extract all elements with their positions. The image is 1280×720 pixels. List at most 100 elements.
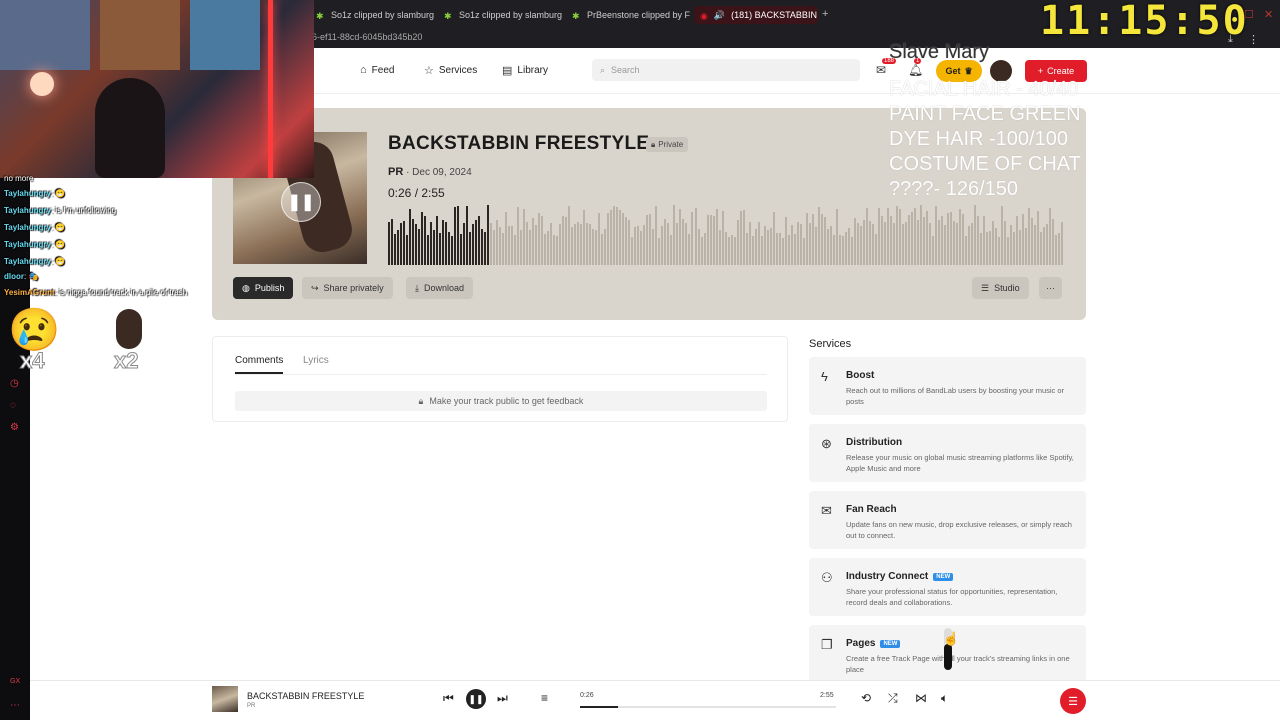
previous-icon: ⏮ — [443, 691, 454, 705]
tab-lyrics[interactable]: Lyrics — [303, 355, 329, 366]
chat-user: Taylahungry — [4, 223, 51, 232]
player-track-title[interactable]: BACKSTABBIN FREESTYLE — [247, 691, 364, 701]
player-pause-button[interactable]: ❚❚ — [466, 689, 486, 709]
window-close-icon[interactable]: ✕ — [1264, 8, 1273, 21]
extensions-icon[interactable]: ⋮ — [1248, 33, 1259, 46]
waveform-bar — [766, 230, 769, 265]
previous-track-button[interactable]: ⏮ — [443, 691, 454, 706]
settings-icon[interactable]: ⚙ — [10, 422, 19, 433]
download-button[interactable]: ⤓ Download — [406, 277, 474, 299]
nav-services[interactable]: ☆ Services — [424, 64, 477, 77]
waveform-bar — [442, 220, 445, 265]
service-card[interactable]: ϟ Boost Reach out to millions of BandLab u… — [809, 357, 1086, 415]
messages-button[interactable]: ✉ 188 — [876, 58, 897, 77]
more-icon[interactable]: ⋯ — [10, 700, 20, 711]
waveform-bar — [781, 238, 784, 265]
waveform-bar — [922, 217, 925, 265]
waveform-bar — [505, 212, 508, 265]
player-artist[interactable]: PR — [247, 703, 255, 709]
locked-feedback-notice: 🔒︎ Make your track public to get feedbac… — [235, 391, 767, 411]
clock-icon[interactable]: ◷ — [10, 378, 19, 389]
waveform-bar — [892, 223, 895, 265]
waveform-bar — [778, 233, 781, 265]
search-input[interactable]: ⌕ Search — [592, 59, 860, 81]
nav-library[interactable]: ▤ Library — [502, 64, 548, 77]
crossfade-button[interactable]: ⋈ — [915, 691, 927, 705]
service-card[interactable]: ✉ Fan Reach Update fans on new music, drop… — [809, 491, 1086, 549]
more-options-button[interactable]: ··· — [1039, 277, 1062, 299]
waveform-bar — [415, 224, 417, 265]
waveform-bar — [481, 229, 484, 265]
waveform[interactable] — [388, 205, 1064, 265]
next-track-button[interactable]: ⏭ — [497, 691, 508, 706]
pages-icon: ❐ — [821, 637, 833, 652]
waveform-bar — [895, 206, 898, 265]
waveform-bar — [1006, 237, 1009, 265]
bandlab-favicon-icon: ◉ — [700, 10, 708, 21]
service-card[interactable]: ⚇ Industry Connect NEW Share your professio… — [809, 558, 1086, 616]
waveform-bar — [670, 235, 673, 265]
publish-button[interactable]: ◍ Publish — [233, 277, 294, 299]
studio-button[interactable]: ☰ Studio — [972, 277, 1029, 299]
new-tab-icon[interactable]: + — [822, 8, 828, 20]
waveform-bar — [844, 232, 847, 265]
waveform-bar — [667, 223, 670, 265]
service-card[interactable]: ⊛ Distribution Release your music on globa… — [809, 424, 1086, 482]
waveform-bar — [643, 225, 646, 265]
player-cover-art[interactable] — [212, 686, 238, 712]
waveform-bar — [427, 235, 430, 265]
waveform-bar — [763, 226, 766, 265]
waveform-bar — [580, 224, 583, 265]
repeat-button[interactable]: ⟲ — [861, 691, 871, 705]
waveform-bar — [739, 211, 742, 265]
waveform-bar — [997, 237, 1000, 265]
waveform-bar — [457, 206, 460, 265]
url-text: 6-ef11-88cd-6045bd345b20 — [312, 32, 423, 42]
service-title-text: Fan Reach — [846, 504, 897, 515]
tab-comments[interactable]: Comments — [235, 355, 284, 374]
volume-button[interactable]: 🔈︎ — [941, 691, 948, 706]
artist-row: PR · Dec 09, 2024 — [388, 166, 472, 178]
shuffle-button[interactable]: ⤮ — [888, 691, 898, 706]
queue-list-button[interactable]: ≡ — [541, 691, 548, 705]
waveform-bar — [955, 223, 958, 265]
waveform-bar — [412, 219, 414, 265]
browser-tab[interactable]: ✱ So1z clipped by slamburg — [316, 6, 440, 24]
gx-icon[interactable]: GX — [10, 678, 20, 685]
star-icon: ☆ — [424, 65, 434, 77]
browser-tab-active[interactable]: ◉ 🔊 (181) BACKSTABBIN F — [694, 6, 818, 24]
player-progress-bar[interactable] — [580, 706, 836, 708]
waveform-bar — [859, 226, 862, 265]
waveform-bar — [832, 235, 835, 265]
waveform-bar — [898, 209, 901, 265]
waveform-bar — [661, 226, 664, 265]
waveform-bar — [583, 210, 586, 265]
artist-name[interactable]: PR — [388, 166, 403, 178]
waveform-bar — [874, 234, 877, 265]
waveform-bar — [946, 213, 949, 265]
waveform-bar — [664, 219, 667, 265]
waveform-bar — [658, 238, 661, 265]
waveform-bar — [400, 223, 402, 265]
waveform-bar — [1049, 208, 1051, 265]
waveform-bar — [1052, 219, 1054, 265]
circle-icon[interactable]: ◌ — [10, 400, 16, 411]
bottom-player: BACKSTABBIN FREESTYLE PR ⏮ ❚❚ ⏭ ≡ 0:26 2… — [30, 680, 1280, 720]
waveform-bar — [625, 217, 628, 265]
home-icon: ⌂ — [360, 64, 367, 76]
nav-feed[interactable]: ⌂ Feed — [360, 64, 394, 76]
queue-button[interactable]: ☰ — [1060, 688, 1086, 714]
waveform-bar — [934, 206, 937, 265]
waveform-bar — [571, 227, 574, 265]
lock-icon: 🔒︎ — [418, 395, 424, 406]
waveform-bar — [838, 235, 841, 265]
waveform-bar — [1046, 224, 1048, 265]
share-privately-button[interactable]: ↪ Share privately — [302, 277, 393, 299]
waveform-bar — [589, 224, 592, 265]
browser-tab[interactable]: ✱ PrBeenstone clipped by F — [572, 6, 690, 24]
repeat-icon: ⟲ — [861, 691, 872, 705]
waveform-bar — [940, 216, 943, 265]
waveform-bar — [598, 213, 601, 265]
browser-tab[interactable]: ✱ So1z clipped by slamburg — [444, 6, 568, 24]
pause-button[interactable]: ❚❚ — [281, 182, 321, 222]
